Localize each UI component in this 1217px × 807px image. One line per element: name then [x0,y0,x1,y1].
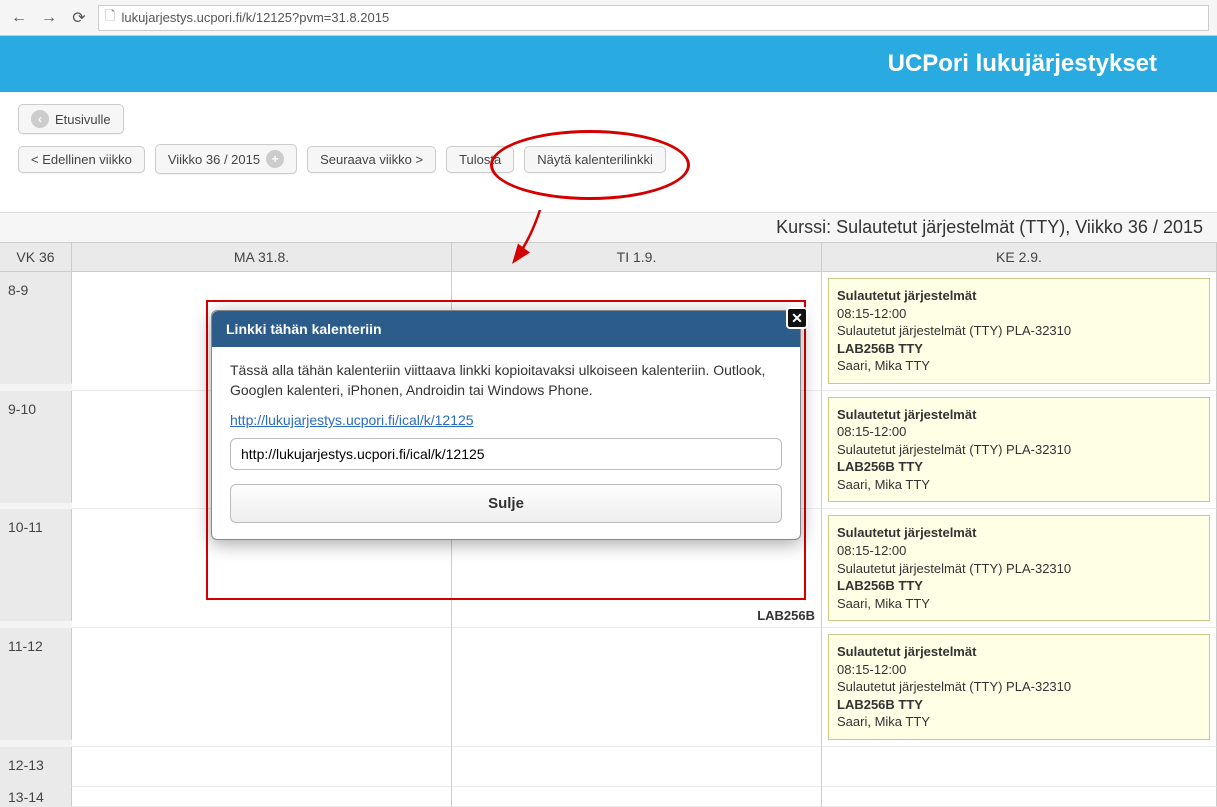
time-slot: 8-9 [0,272,72,384]
cell-wed-12 [822,747,1217,787]
reload-button[interactable]: ⟳ [68,7,90,29]
calendar-link[interactable]: http://lukujarjestys.ucpori.fi/ical/k/12… [230,412,474,428]
cell-wed-13 [822,787,1217,807]
event-card[interactable]: Sulautetut järjestelmät 08:15-12:00 Sula… [828,278,1210,384]
calendar-link-input[interactable] [230,438,782,470]
cell-mon-12 [72,747,452,787]
event-title: Sulautetut järjestelmät [837,287,1201,305]
show-calendar-link-button[interactable]: Näytä kalenterilinkki [524,146,666,173]
week-selector-button[interactable]: Viikko 36 / 2015 + [155,144,297,174]
modal-title: Linkki tähän kalenteriin [226,321,382,337]
time-slot: 13-14 [0,787,72,807]
time-slot: 12-13 [0,747,72,787]
modal-close-button[interactable]: ✕ [786,307,808,329]
page-header: UCPori lukujärjestykset [0,36,1217,92]
time-slot: 10-11 [0,509,72,621]
modal-close-wide-button[interactable]: Sulje [230,484,782,523]
url-text: lukujarjestys.ucpori.fi/k/12125?pvm=31.8… [121,10,389,25]
toolbar-area: ‹ Etusivulle < Edellinen viikko Viikko 3… [0,92,1217,213]
cell-tue-12 [452,747,822,787]
forward-button[interactable]: → [38,7,60,29]
cell-tue-13 [452,787,822,807]
page-title: UCPori lukujärjestykset [888,50,1157,78]
prev-week-button[interactable]: < Edellinen viikko [18,146,145,173]
cell-mon-11 [72,628,452,747]
back-button[interactable]: ← [8,7,30,29]
next-week-button[interactable]: Seuraava viikko > [307,146,436,173]
modal-body: Tässä alla tähän kalenteriin viittaava l… [212,347,800,484]
event-card[interactable]: Sulautetut järjestelmät 08:15-12:00 Sula… [828,515,1210,621]
home-button[interactable]: ‹ Etusivulle [18,104,124,134]
day-header-mon: MA 31.8. [72,243,452,272]
week-col-header: VK 36 [0,243,72,272]
close-icon: ✕ [791,310,803,327]
cell-tue-11 [452,628,822,747]
page-icon: 🗋 [105,7,115,29]
event-room: LAB256B TTY [837,340,1201,358]
day-header-wed: KE 2.9. [822,243,1217,272]
event-teacher: Saari, Mika TTY [837,357,1201,375]
day-header-tue: TI 1.9. [452,243,822,272]
cell-wed-9: Sulautetut järjestelmät 08:15-12:00 Sula… [822,391,1217,510]
home-label: Etusivulle [55,112,111,127]
cell-wed-10: Sulautetut järjestelmät 08:15-12:00 Sula… [822,509,1217,628]
time-slot: 11-12 [0,628,72,740]
event-card[interactable]: Sulautetut järjestelmät 08:15-12:00 Sula… [828,634,1210,740]
time-slot: 9-10 [0,391,72,503]
back-arrow-icon: ‹ [31,110,49,128]
cell-wed-11: Sulautetut järjestelmät 08:15-12:00 Sula… [822,628,1217,747]
modal-header: Linkki tähän kalenteriin ✕ [212,311,800,347]
print-button[interactable]: Tulosta [446,146,514,173]
plus-icon: + [266,150,284,168]
browser-toolbar: ← → ⟳ 🗋 lukujarjestys.ucpori.fi/k/12125?… [0,0,1217,36]
cell-wed-8: Sulautetut järjestelmät 08:15-12:00 Sula… [822,272,1217,391]
modal-footer: Sulje [212,484,800,539]
event-desc: Sulautetut järjestelmät (TTY) PLA-32310 [837,322,1201,340]
modal-text: Tässä alla tähän kalenteriin viittaava l… [230,361,782,400]
url-bar[interactable]: 🗋 lukujarjestys.ucpori.fi/k/12125?pvm=31… [98,5,1209,31]
cell-mon-13 [72,787,452,807]
schedule-title: Kurssi: Sulautetut järjestelmät (TTY), V… [0,213,1217,243]
calendar-link-modal: Linkki tähän kalenteriin ✕ Tässä alla tä… [211,310,801,540]
event-card[interactable]: Sulautetut järjestelmät 08:15-12:00 Sula… [828,397,1210,503]
event-time: 08:15-12:00 [837,305,1201,323]
partial-room-label: LAB256B [757,608,815,623]
